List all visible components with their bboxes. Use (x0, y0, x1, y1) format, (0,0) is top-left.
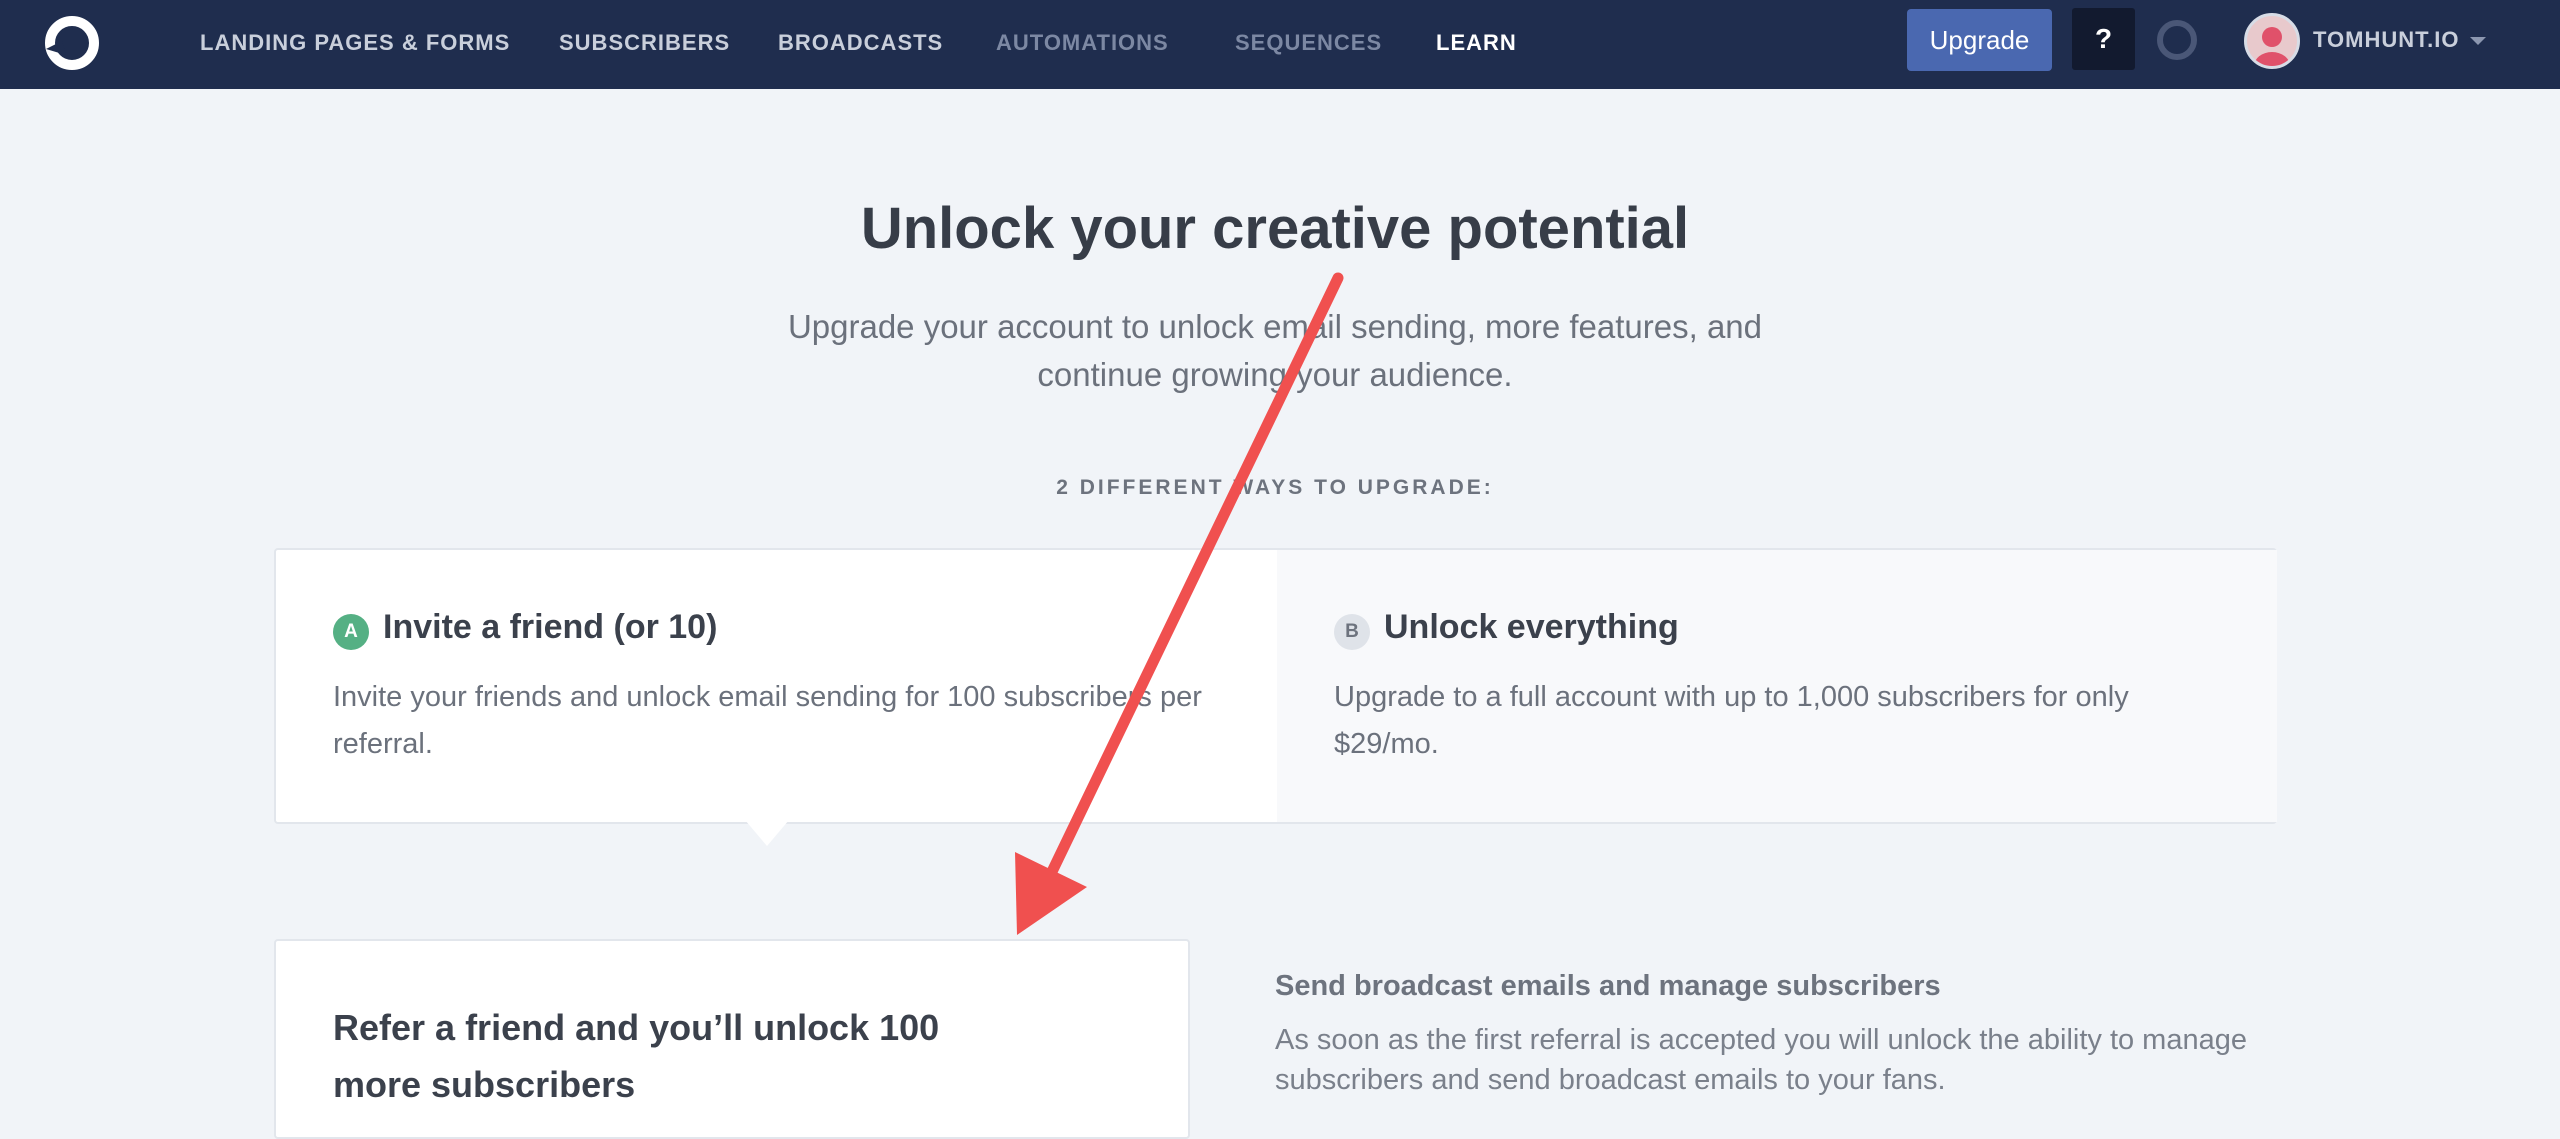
user-avatar-icon (2254, 27, 2290, 66)
option-b-description: Upgrade to a full account with up to 1,0… (1334, 681, 2129, 760)
option-b-title[interactable]: Unlock everything (1384, 608, 1679, 647)
selected-option-pointer (745, 820, 789, 846)
upgrade-button[interactable]: Upgrade (1907, 9, 2052, 71)
option-a-badge: A (333, 614, 369, 650)
page-subtitle: Upgrade your account to unlock email sen… (787, 308, 1763, 393)
upgrade-ways-label: 2 DIFFERENT WAYS TO UPGRADE: (1056, 476, 1494, 499)
referral-card: Refer a friend and you’ll unlock 100 mor… (274, 939, 1190, 1139)
nav-subscribers[interactable]: SUBSCRIBERS (559, 30, 730, 56)
account-menu[interactable]: TOMHUNT.IO (2313, 27, 2459, 53)
option-a-title[interactable]: Invite a friend (or 10) (383, 608, 717, 647)
option-b-badge: B (1334, 614, 1370, 650)
upgrade-options: A Invite a friend (or 10) Invite your fr… (274, 548, 2277, 824)
nav-landing-pages-forms[interactable]: LANDING PAGES & FORMS (200, 30, 510, 56)
benefit-title: Send broadcast emails and manage subscri… (1275, 970, 1941, 1002)
nav-automations[interactable]: AUTOMATIONS (996, 30, 1169, 56)
status-ring-icon[interactable] (2157, 20, 2197, 60)
benefit-description: As soon as the first referral is accepte… (1275, 1024, 2247, 1096)
nav-sequences[interactable]: SEQUENCES (1235, 30, 1382, 56)
convertkit-logo-icon[interactable] (40, 11, 104, 75)
help-button[interactable]: ? (2072, 8, 2135, 70)
nav-learn[interactable]: LEARN (1436, 30, 1517, 56)
chevron-down-icon[interactable] (2470, 37, 2486, 45)
option-a-description: Invite your friends and unlock email sen… (333, 681, 1202, 760)
avatar[interactable] (2244, 13, 2300, 69)
nav-broadcasts[interactable]: BROADCASTS (778, 30, 943, 56)
top-navigation-bar: LANDING PAGES & FORMS SUBSCRIBERS BROADC… (0, 0, 2560, 89)
page-title: Unlock your creative potential (860, 196, 1690, 261)
referral-title: Refer a friend and you’ll unlock 100 mor… (333, 1007, 940, 1105)
